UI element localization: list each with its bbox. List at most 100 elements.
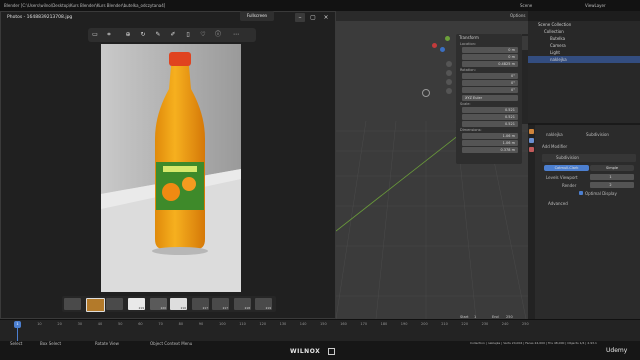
- end-frame-field[interactable]: 250: [506, 315, 513, 319]
- close-icon[interactable]: ×: [321, 13, 331, 22]
- outliner-label: Collection: [544, 29, 564, 34]
- thumbnail-label: 216: [180, 306, 186, 310]
- transform-header[interactable]: Transform: [456, 34, 522, 41]
- outliner-row-naklejka[interactable]: naklejka: [528, 56, 640, 63]
- object-tab-icon[interactable]: [529, 129, 534, 134]
- dimension-x-field[interactable]: 1.06 m: [462, 133, 518, 139]
- advanced-section[interactable]: Advanced: [548, 201, 568, 206]
- navigation-gizmo[interactable]: [432, 35, 452, 55]
- wilnox-logo-icon: [328, 348, 335, 355]
- frame-number: 250: [522, 322, 529, 326]
- modifier-name[interactable]: Subdivision: [556, 155, 579, 160]
- minimize-icon[interactable]: –: [295, 13, 305, 22]
- delete-icon[interactable]: ▯: [184, 31, 192, 39]
- add-modifier-button[interactable]: Add Modifier: [542, 144, 567, 149]
- thumbnail[interactable]: [106, 298, 123, 310]
- simple-tab[interactable]: Simple: [590, 165, 634, 171]
- scene-collection-label: Scene Collection: [538, 22, 572, 27]
- thumbnail[interactable]: 219: [128, 298, 145, 310]
- timeline[interactable]: 0102030405060708090100110120130140150160…: [0, 315, 640, 342]
- window-controls: – ▢ ×: [295, 13, 333, 22]
- scale-x-field[interactable]: 0.521: [462, 107, 518, 113]
- thumbnail[interactable]: [64, 298, 81, 310]
- frame-number: 240: [501, 322, 509, 326]
- zoom-in-icon[interactable]: ⊕: [124, 31, 132, 39]
- status-context-menu: Object Context Menu: [150, 341, 193, 346]
- rotation-z-field[interactable]: 0°: [462, 87, 518, 93]
- frame-number: 30: [77, 322, 83, 326]
- restore-icon[interactable]: ▢: [308, 13, 318, 22]
- location-x-field[interactable]: 0 m: [462, 47, 518, 53]
- frame-number: 60: [138, 322, 143, 326]
- thumbnail[interactable]: 217: [212, 298, 229, 310]
- heart-icon[interactable]: ♡: [199, 31, 207, 39]
- edit-icon[interactable]: ✎: [154, 31, 162, 39]
- location-y-field[interactable]: 0 m: [462, 54, 518, 60]
- thumbnail[interactable]: 220: [150, 298, 167, 310]
- frame-number: 170: [360, 322, 368, 326]
- outliner-label: Camera: [550, 43, 566, 48]
- more-icon[interactable]: ⋯: [232, 31, 240, 39]
- scale-y-field[interactable]: 0.521: [462, 114, 518, 120]
- viewport-header: Options: [336, 11, 528, 21]
- outliner-label: naklejka: [550, 57, 567, 62]
- draw-icon[interactable]: ✐: [169, 31, 177, 39]
- scene-selector[interactable]: Scene: [520, 0, 532, 11]
- viewlayer-selector[interactable]: ViewLayer: [585, 0, 606, 11]
- frame-ruler: 0102030405060708090100110120130140150160…: [0, 322, 640, 328]
- rotation-x-field[interactable]: 0°: [462, 73, 518, 79]
- optimal-display-label: Optimal Display: [585, 191, 617, 196]
- catmull-clark-tab[interactable]: Catmull-Clark: [544, 165, 589, 171]
- 3d-cursor-icon: [422, 89, 430, 97]
- zoom-icon[interactable]: [446, 61, 452, 67]
- rotation-y-field[interactable]: 0°: [462, 80, 518, 86]
- dimension-z-field[interactable]: 0.378 m: [462, 147, 518, 153]
- modifier-header[interactable]: Subdivision: [542, 154, 636, 162]
- outliner-row-collection[interactable]: Collection: [528, 28, 640, 35]
- optimal-display-checkbox[interactable]: [579, 191, 583, 195]
- thumbnail[interactable]: 218: [234, 298, 251, 310]
- render-label: Render: [562, 183, 577, 188]
- scene-collection-row[interactable]: Scene Collection: [528, 21, 640, 28]
- current-frame-marker[interactable]: 1: [14, 321, 21, 328]
- status-scene-info: Collection | naklejka | Verts 24,004 | F…: [470, 341, 597, 345]
- photo-view[interactable]: [101, 44, 241, 292]
- camera-view-icon[interactable]: [446, 79, 452, 85]
- info-circle-icon[interactable]: ⓘ: [214, 31, 222, 39]
- udemy-watermark: Udemy: [606, 347, 628, 354]
- outliner-row-butelka[interactable]: Butelka: [528, 35, 640, 42]
- properties-panel: naklejka Subdivision Add Modifier Subdiv…: [528, 123, 640, 321]
- modifier-breadcrumb: Subdivision: [586, 132, 609, 137]
- thumbnail[interactable]: 217: [192, 298, 209, 310]
- thumbnail[interactable]: 219: [255, 298, 272, 310]
- levels-viewport-field[interactable]: 1: [590, 174, 634, 180]
- rotate-icon[interactable]: ↻: [139, 31, 147, 39]
- viewport-nav-buttons[interactable]: [446, 61, 453, 99]
- frame-number: 140: [299, 322, 307, 326]
- end-label: End: [492, 315, 499, 319]
- info-icon[interactable]: ▭: [91, 31, 99, 39]
- frame-number: 220: [461, 322, 469, 326]
- ortho-toggle-icon[interactable]: [446, 88, 452, 94]
- material-tab-icon[interactable]: [529, 147, 534, 152]
- crop-icon[interactable]: ⌗: [105, 31, 113, 39]
- frame-number: 190: [400, 322, 408, 326]
- render-levels-field[interactable]: 2: [590, 182, 634, 188]
- wilnox-watermark: WILNOX: [290, 348, 321, 355]
- photos-title: Photos - 1648839213708.jpg: [7, 15, 73, 20]
- fullscreen-button[interactable]: Fullscreen: [240, 11, 274, 21]
- levels-viewport-label: Levels Viewport: [546, 175, 578, 180]
- outliner-row-camera[interactable]: Camera: [528, 42, 640, 49]
- properties-tabs[interactable]: [528, 125, 535, 321]
- start-frame-field[interactable]: 1: [474, 315, 476, 319]
- pan-icon[interactable]: [446, 70, 452, 76]
- thumbnail-selected[interactable]: [86, 298, 105, 312]
- status-select: Select: [10, 341, 23, 346]
- viewport-options[interactable]: Options: [510, 13, 525, 18]
- modifier-tab-icon[interactable]: [529, 138, 534, 143]
- outliner-row-light[interactable]: Light: [528, 49, 640, 56]
- frame-number: 180: [380, 322, 388, 326]
- dimension-y-field[interactable]: 1.06 m: [462, 140, 518, 146]
- thumbnail[interactable]: 216: [170, 298, 187, 310]
- thumbnail-label: 217: [202, 306, 208, 310]
